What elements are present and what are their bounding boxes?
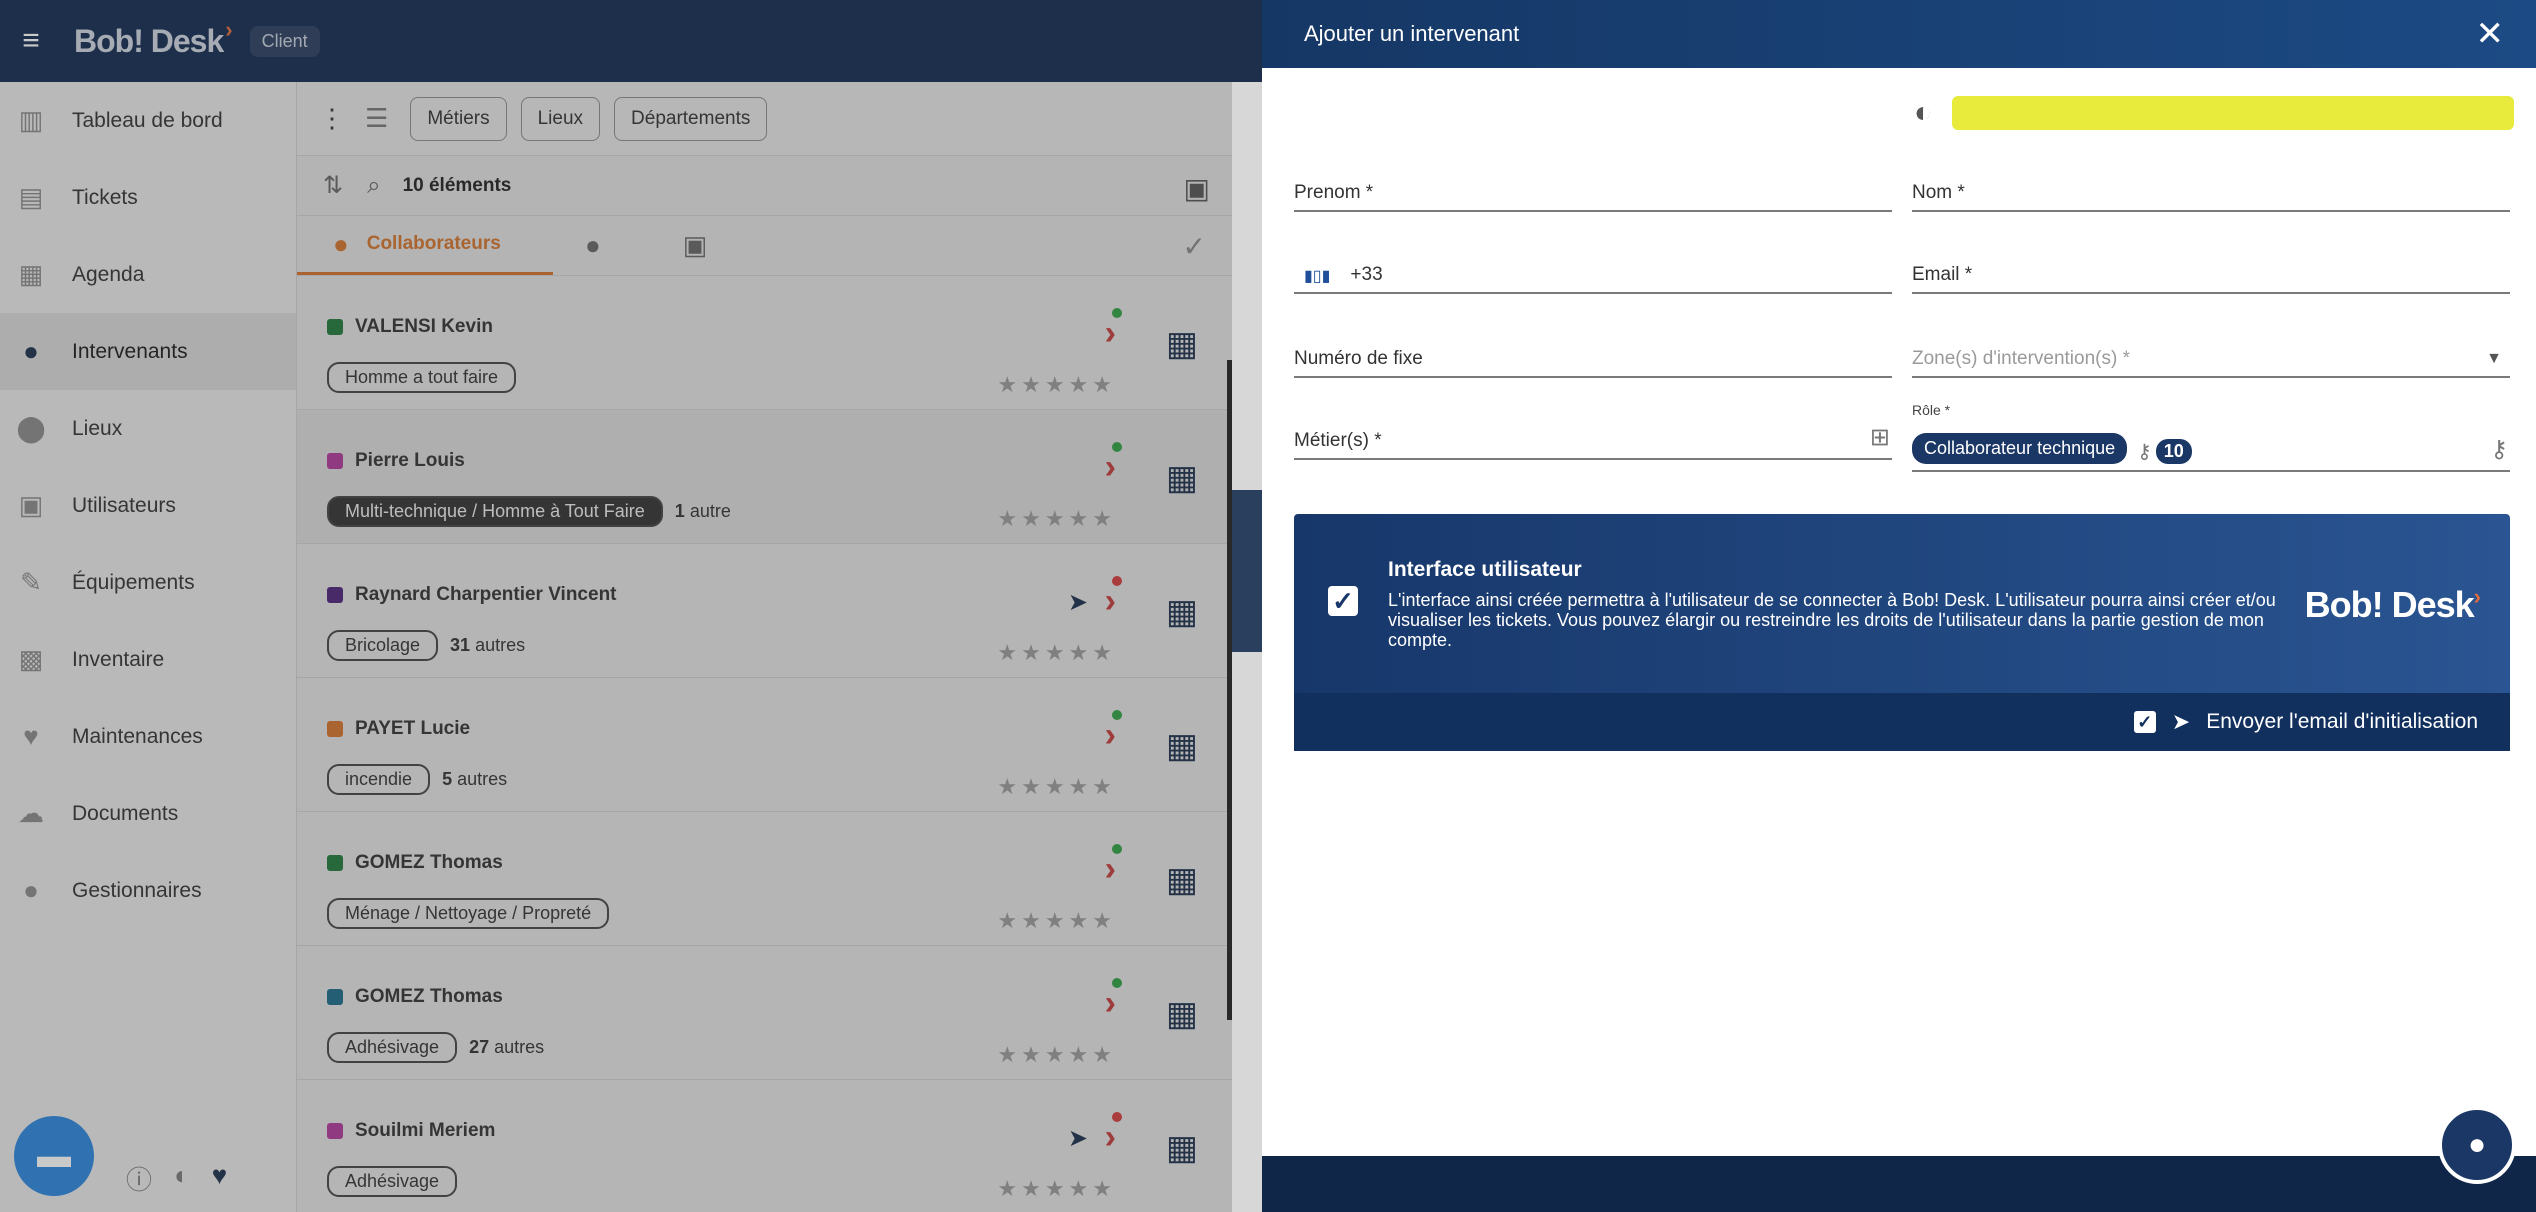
phone-field[interactable]: ▮▯▮ +33: [1294, 250, 1892, 294]
card-logo-text: Bob! Desk: [2304, 584, 2475, 625]
fixe-label: Numéro de fixe: [1294, 348, 1423, 369]
palette-icon[interactable]: ◐: [1914, 96, 1932, 130]
color-picker-row: ◐: [1914, 96, 2515, 130]
close-icon[interactable]: ✕: [2476, 14, 2505, 54]
logo-mark-icon: ›: [2473, 584, 2481, 609]
nom-label: Nom *: [1912, 182, 1965, 203]
chevron-down-icon: ▼: [2486, 350, 2502, 367]
role-chip[interactable]: Collaborateur technique: [1912, 433, 2128, 464]
support-button[interactable]: ●: [2438, 1106, 2516, 1184]
card-logo: Bob! Desk›: [2304, 584, 2481, 626]
prenom-field[interactable]: Prenom *: [1294, 168, 1892, 212]
email-label: Email *: [1912, 264, 1973, 285]
support-agent-icon: ●: [2467, 1128, 2487, 1161]
zones-select[interactable]: Zone(s) d'intervention(s) * ▼: [1912, 334, 2510, 378]
zones-label: Zone(s) d'intervention(s) *: [1912, 348, 2130, 369]
key-icon: ⚷: [2137, 441, 2152, 463]
modal-backdrop[interactable]: [0, 0, 1262, 1212]
drawer-title: Ajouter un intervenant: [1304, 21, 1520, 46]
france-flag-icon[interactable]: ▮▯▮: [1304, 266, 1330, 286]
role-field[interactable]: Collaborateur technique ⚷ 10 ⚷: [1912, 420, 2510, 472]
send-icon: ➤: [2171, 709, 2191, 734]
toolbox-icon[interactable]: ⊞: [1870, 423, 1890, 452]
nom-field[interactable]: Nom *: [1912, 168, 2510, 212]
send-email-checkbox[interactable]: ✓: [2133, 711, 2156, 733]
ui-card-title: Interface utilisateur: [1388, 558, 1582, 581]
email-field[interactable]: Email *: [1912, 250, 2510, 294]
fixe-field[interactable]: Numéro de fixe: [1294, 334, 1892, 378]
prenom-label: Prenom *: [1294, 182, 1374, 203]
send-email-label[interactable]: Envoyer l'email d'initialisation: [2206, 710, 2478, 734]
drawer-footer: [1262, 1156, 2536, 1212]
role-permission-count: 10: [2155, 439, 2192, 464]
metiers-field[interactable]: Métier(s) * ⊞: [1294, 416, 1892, 460]
ui-card-footer: ✓ ➤ Envoyer l'email d'initialisation: [1294, 693, 2510, 751]
interface-utilisateur-checkbox[interactable]: ✓: [1328, 586, 1358, 616]
role-label: Rôle *: [1912, 402, 1951, 418]
interface-utilisateur-card: ✓ Interface utilisateur L'interface ains…: [1294, 514, 2510, 751]
background-panel-card-edge: [1232, 490, 1262, 652]
metiers-label: Métier(s) *: [1294, 430, 1382, 451]
ui-card-description: L'interface ainsi créée permettra à l'ut…: [1388, 590, 2276, 650]
phone-prefix: +33: [1350, 264, 1383, 285]
color-swatch[interactable]: [1952, 96, 2515, 130]
key-icon[interactable]: ⚷: [2490, 435, 2508, 464]
drawer-header: Ajouter un intervenant: [1262, 0, 2536, 68]
